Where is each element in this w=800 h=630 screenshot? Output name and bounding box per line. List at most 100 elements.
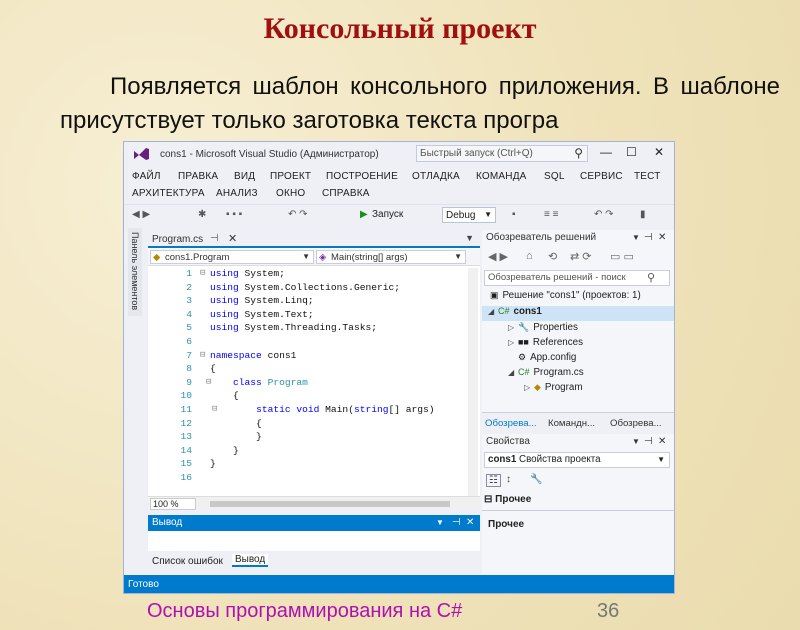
properties-title: Свойства xyxy=(486,436,530,447)
menu-help[interactable]: СПРАВКА xyxy=(322,188,370,199)
menu-analyze[interactable]: АНАЛИЗ xyxy=(216,188,258,199)
menu-file[interactable]: ФАЙЛ xyxy=(132,171,161,182)
start-button[interactable]: Запуск xyxy=(372,209,403,220)
member-dropdown[interactable]: ◈ Main(string[] args) ▼ xyxy=(316,250,466,264)
line-number: 7 xyxy=(186,349,192,361)
editor-tab[interactable]: Program.cs ⊣ ✕ ▼ xyxy=(148,230,480,248)
attach-icon[interactable]: ▪ xyxy=(512,209,516,220)
output-title: Вывод xyxy=(152,517,183,528)
pin-icon[interactable]: ⊣ xyxy=(644,232,653,243)
expanded-arrow-icon: ◢ xyxy=(488,307,495,316)
menu-project[interactable]: ПРОЕКТ xyxy=(270,171,311,182)
quick-launch-input[interactable]: Быстрый запуск (Ctrl+Q) ⚲ xyxy=(416,145,588,162)
code-line: class Program xyxy=(233,376,308,388)
tab-class-view[interactable]: Обозрева... xyxy=(610,418,662,429)
menu-view[interactable]: ВИД xyxy=(234,171,255,182)
line-number: 3 xyxy=(186,295,192,307)
save-icon[interactable]: ▪ ▪ ▪ xyxy=(226,209,242,220)
tab-team-explorer[interactable]: Командн... xyxy=(548,418,595,429)
pin-icon[interactable]: ⊣ xyxy=(210,233,219,244)
vertical-scrollbar[interactable] xyxy=(468,268,478,498)
bookmark-icon[interactable]: ▮ xyxy=(640,209,646,220)
collapsed-arrow-icon: ▷ xyxy=(508,323,515,332)
collapse-all-icon[interactable]: ▭ ▭ xyxy=(610,250,634,263)
tree-item-solution[interactable]: ▣ Решение "cons1" (проектов: 1) xyxy=(490,290,641,305)
line-number: 13 xyxy=(180,431,192,443)
close-icon[interactable]: ✕ xyxy=(658,436,666,447)
close-icon[interactable]: ✕ xyxy=(466,517,474,528)
menu-edit[interactable]: ПРАВКА xyxy=(178,171,218,182)
toolbox-tab[interactable]: Панель элементов xyxy=(128,228,142,316)
close-button[interactable]: ✕ xyxy=(654,145,664,159)
collapse-icon[interactable]: ⊟ xyxy=(200,268,205,278)
menu-build[interactable]: ПОСТРОЕНИЕ xyxy=(326,171,398,182)
chevron-down-icon[interactable]: ▼ xyxy=(465,233,474,243)
menu-sql[interactable]: SQL xyxy=(544,171,565,182)
menu-window[interactable]: ОКНО xyxy=(276,188,305,199)
chevron-down-icon[interactable]: ▼ xyxy=(632,437,640,446)
collapse-icon[interactable]: ⊟ xyxy=(200,350,205,360)
chevron-down-icon: ▼ xyxy=(657,455,665,464)
chevron-down-icon[interactable]: ▼ xyxy=(632,233,640,242)
menu-debug[interactable]: ОТЛАДКА xyxy=(412,171,460,182)
class-icon: ◆ xyxy=(153,252,161,263)
configuration-select[interactable]: Debug ▼ xyxy=(442,207,496,223)
tree-item-program-cs[interactable]: ◢ C# Program.cs xyxy=(508,367,584,382)
categorized-icon[interactable]: ☷ xyxy=(486,474,501,487)
title-bar: cons1 - Microsoft Visual Studio (Админис… xyxy=(124,142,674,166)
solution-search-input[interactable]: Обозреватель решений - поиск ⚲ xyxy=(484,270,670,286)
tab-program-cs[interactable]: Program.cs xyxy=(152,234,203,245)
tree-item-program-class[interactable]: ▷ ◆ Program xyxy=(524,382,583,397)
code-line: { xyxy=(210,363,216,375)
tab-output[interactable]: Вывод xyxy=(232,554,269,567)
comment-icons[interactable]: ↶ ↷ xyxy=(594,209,614,220)
code-line: static void Main(string[] args) xyxy=(256,404,435,415)
close-tab-icon[interactable]: ✕ xyxy=(228,232,237,245)
property-category[interactable]: ⊟ Прочее xyxy=(484,494,531,505)
code-editor[interactable]: Program.cs ⊣ ✕ ▼ ◆ cons1.Program ▼ ◈ Mai… xyxy=(148,230,480,510)
horizontal-scrollbar[interactable] xyxy=(210,501,450,507)
tree-item-references[interactable]: ▷ ■■ References xyxy=(508,337,583,352)
solution-icon: ▣ xyxy=(490,290,499,300)
refresh-icon[interactable]: ⇄ ⟳ xyxy=(570,250,592,263)
class-icon: ◆ xyxy=(534,382,541,392)
property-pages-icon[interactable]: 🔧 xyxy=(530,474,542,485)
tree-item-properties[interactable]: ▷ 🔧 Properties xyxy=(508,322,578,337)
chevron-down-icon[interactable]: ▼ xyxy=(436,518,444,527)
minimize-button[interactable]: — xyxy=(600,145,612,159)
code-area[interactable]: 1 2 3 4 5 6 7 8 9 10 11 12 13 14 15 16 ⊟… xyxy=(148,268,466,496)
new-project-icon[interactable]: ✱ xyxy=(198,209,206,220)
pin-icon[interactable]: ⊣ xyxy=(452,517,461,528)
close-icon[interactable]: ✕ xyxy=(658,232,666,243)
menu-test[interactable]: ТЕСТ xyxy=(634,171,661,182)
alphabetical-icon[interactable]: ↕ xyxy=(506,474,511,485)
properties-panel: Свойства ▼ ⊣ ✕ cons1 Свойства проекта ▼ … xyxy=(482,434,674,574)
solution-explorer-header: Обозреватель решений ▼ ⊣ ✕ xyxy=(482,230,674,246)
properties-object-select[interactable]: cons1 Свойства проекта ▼ xyxy=(484,452,670,468)
sync-icon[interactable]: ⟲ xyxy=(548,250,557,263)
output-panel-header: Вывод ▼ ⊣ ✕ xyxy=(148,515,480,531)
back-icon[interactable]: ◀ ▶ xyxy=(132,209,150,220)
line-number: 6 xyxy=(186,336,192,347)
nav-back-icon[interactable]: ◀ ▶ xyxy=(488,250,508,263)
tree-item-app-config[interactable]: ⚙ App.config xyxy=(518,352,576,367)
menu-tools[interactable]: СЕРВИС xyxy=(580,171,623,182)
zoom-select[interactable]: 100 % xyxy=(150,498,196,510)
maximize-button[interactable]: ☐ xyxy=(626,145,637,159)
menu-team[interactable]: КОМАНДА xyxy=(476,171,527,182)
line-number: 4 xyxy=(186,308,192,320)
tab-error-list[interactable]: Список ошибок xyxy=(152,556,223,567)
slide-title: Консольный проект xyxy=(263,12,537,45)
type-dropdown[interactable]: ◆ cons1.Program ▼ xyxy=(150,250,314,264)
tab-solution-explorer[interactable]: Обозрева... xyxy=(485,418,537,429)
menu-architecture[interactable]: АРХИТЕКТУРА xyxy=(132,188,205,199)
visual-studio-window: cons1 - Microsoft Visual Studio (Админис… xyxy=(123,141,675,594)
start-icon[interactable]: ▶ xyxy=(360,209,368,220)
code-line: using System.Threading.Tasks; xyxy=(210,322,377,334)
pin-icon[interactable]: ⊣ xyxy=(644,436,653,447)
tree-item-project[interactable]: ◢ C# cons1 xyxy=(482,306,674,321)
format-icons[interactable]: ≡ ≡ xyxy=(544,209,558,220)
code-line: using System.Text; xyxy=(210,308,314,320)
undo-icon[interactable]: ↶ ↷ xyxy=(288,209,308,220)
home-icon[interactable]: ⌂ xyxy=(526,250,533,262)
